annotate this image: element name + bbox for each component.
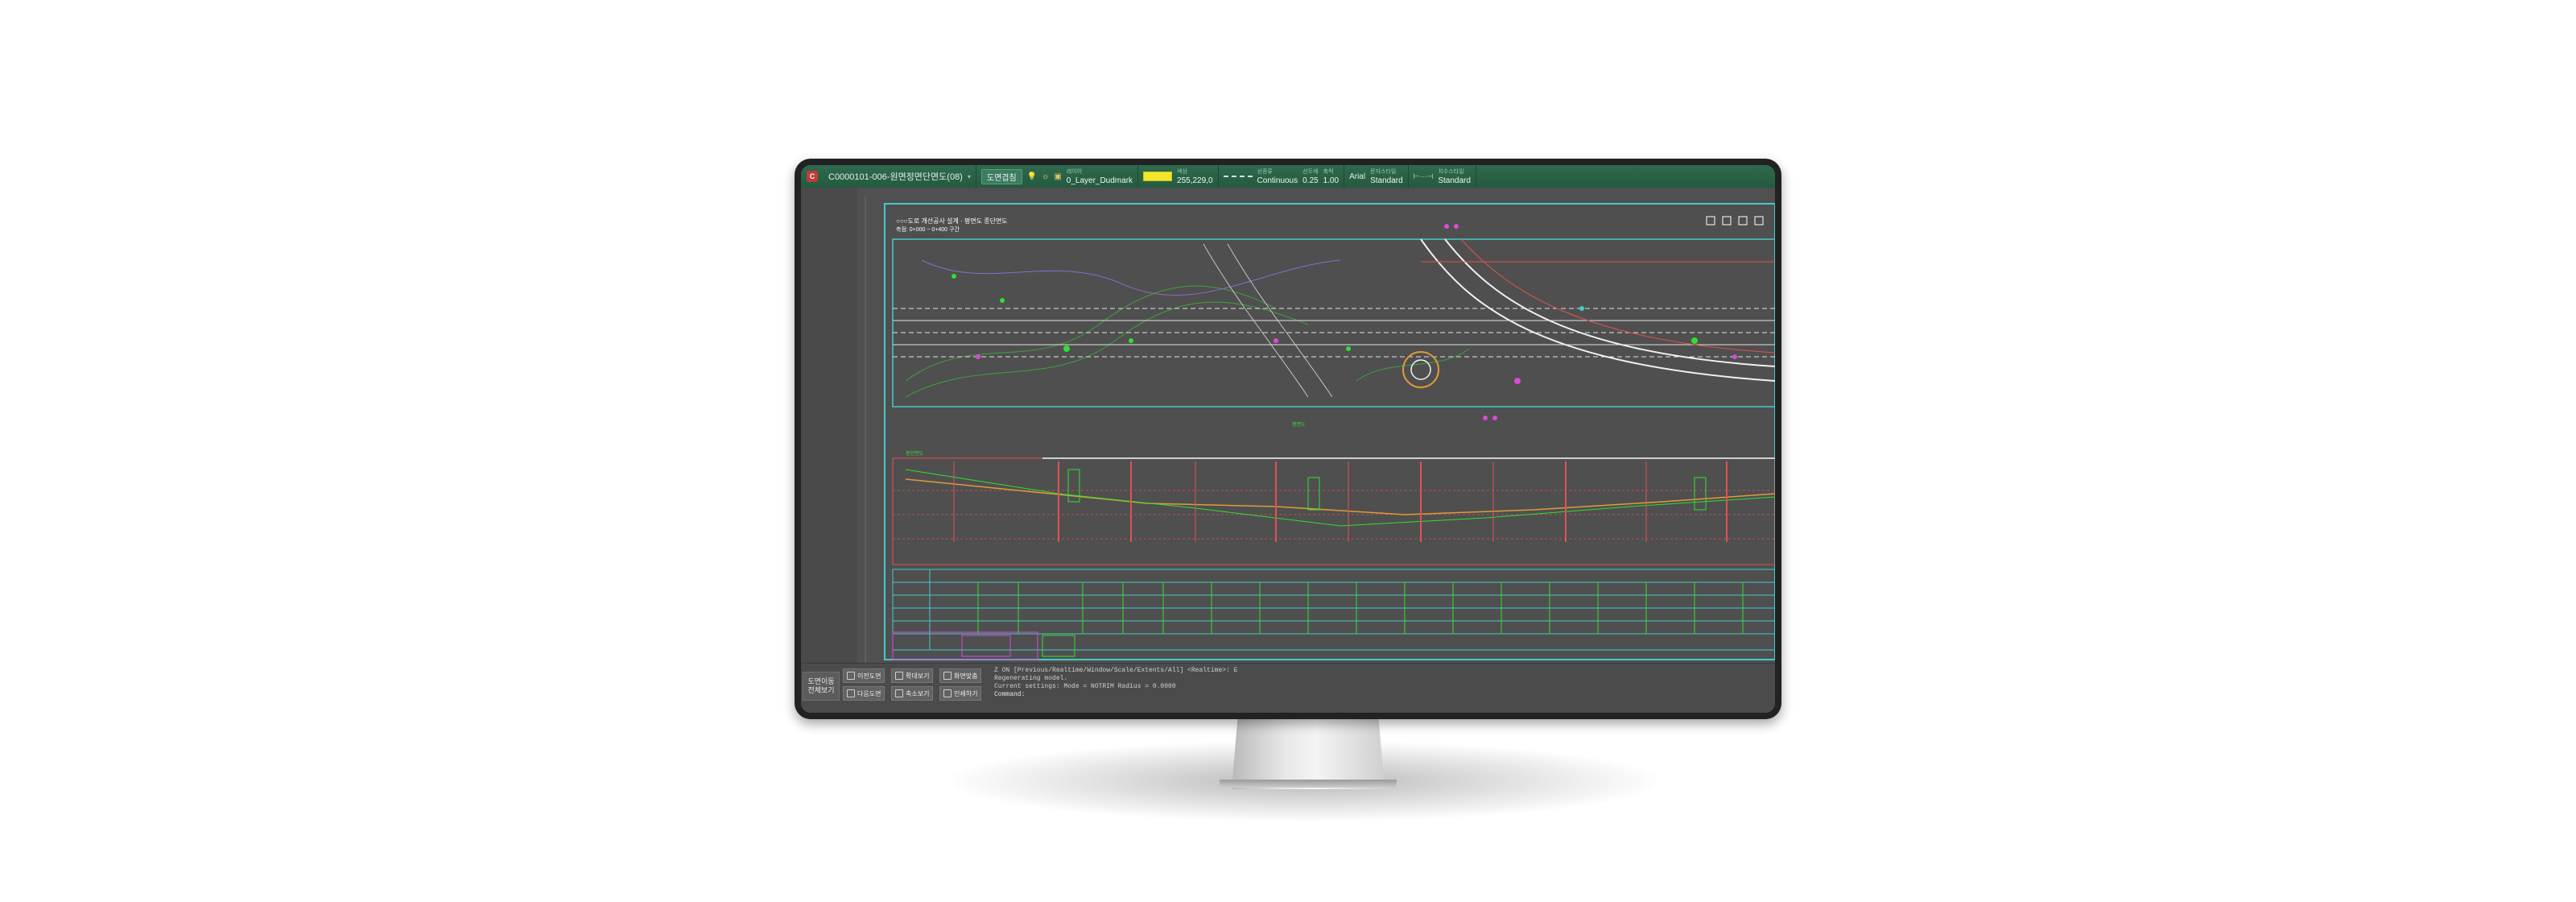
lock-icon[interactable]: ▣ xyxy=(1054,172,1061,181)
app-logo[interactable]: C xyxy=(801,165,824,188)
dim-style-section[interactable]: ⊢···⊣ 치수스타일 Standard xyxy=(1409,165,1476,188)
layer-dropdown[interactable]: 레이어 0_Layer_Dudmark xyxy=(1067,168,1133,185)
left-gutter xyxy=(801,188,857,663)
color-section[interactable]: 색상 255,229,0 xyxy=(1138,165,1219,188)
command-panel: 도면이동 전체보기 이전도면 다음도면 확대보기 축소보기 화면맞춤 인쇄하기 … xyxy=(801,663,1775,713)
layer-caption: 레이어 xyxy=(1066,169,1083,175)
arrow-right-icon xyxy=(847,689,855,697)
fit-screen-icon xyxy=(943,672,952,680)
sun-icon[interactable]: ☼ xyxy=(1042,172,1049,181)
color-value: 255,229,0 xyxy=(1177,176,1213,185)
command-line: Current settings: Mode = NOTRIM Radius =… xyxy=(994,683,1176,690)
scale-caption: 축척 xyxy=(1323,169,1334,175)
file-tab[interactable]: C0000101-006-원면정면단면도(08) ▾ xyxy=(824,165,976,188)
chevron-down-icon[interactable]: ▾ xyxy=(968,173,971,180)
zoom-out-button[interactable]: 축소보기 xyxy=(891,686,934,701)
print-button[interactable]: 인쇄하기 xyxy=(939,686,982,701)
lineweight-caption: 선두께 xyxy=(1302,169,1319,175)
monitor-frame: C C0000101-006-원면정면단면도(08) ▾ 도면겹침 💡 ☼ ▣ … xyxy=(795,159,1781,719)
printer-icon xyxy=(943,689,952,697)
lightbulb-icon[interactable]: 💡 xyxy=(1027,172,1037,181)
arrow-left-icon xyxy=(847,672,855,680)
monitor-stand xyxy=(1232,717,1385,789)
linetype-caption: 선종류 xyxy=(1257,169,1273,175)
color-caption: 색상 xyxy=(1177,169,1187,175)
cad-drawing: ○○○도로 개선공사 설계 · 평면도 종단면도 측점: 0+000 ~ 0+4… xyxy=(865,196,1775,663)
drawing-title: ○○○도로 개선공사 설계 · 평면도 종단면도 xyxy=(896,217,1008,225)
next-drawing-button[interactable]: 다음도면 xyxy=(843,686,886,701)
dimstyle-caption: 치수스타일 xyxy=(1438,169,1464,175)
prev-drawing-button[interactable]: 이전도면 xyxy=(843,668,886,683)
app-logo-icon: C xyxy=(807,171,818,182)
monitor-stand-base xyxy=(1220,780,1397,788)
plan-label: 평면도 xyxy=(1292,421,1306,428)
file-name: C0000101-006-원면정면단면도(08) xyxy=(828,172,963,182)
command-prompt-input[interactable]: Command: xyxy=(994,691,1767,699)
prev-drawing-label: 이전도면 xyxy=(857,672,881,680)
next-drawing-label: 다음도면 xyxy=(857,689,881,697)
zoom-in-button[interactable]: 확대보기 xyxy=(891,668,934,683)
fit-screen-label: 화면맞춤 xyxy=(954,672,978,680)
cad-screen: C C0000101-006-원면정면단면도(08) ▾ 도면겹침 💡 ☼ ▣ … xyxy=(801,165,1775,713)
scale-value[interactable]: 1.00 xyxy=(1323,176,1339,185)
linetype-preview xyxy=(1223,176,1253,177)
zoom-out-icon xyxy=(895,689,903,697)
dimension-icon: ⊢···⊣ xyxy=(1413,172,1434,180)
dimstyle-value: Standard xyxy=(1438,176,1471,185)
color-swatch[interactable] xyxy=(1143,172,1173,181)
font-value[interactable]: Arial xyxy=(1349,172,1365,181)
command-history: Z ON [Previous/Realtime/Window/Scale/Ext… xyxy=(994,667,1767,699)
linetype-value: Continuous xyxy=(1257,176,1298,185)
textstyle-caption: 문자스타일 xyxy=(1370,169,1397,175)
layer-section: 도면겹침 💡 ☼ ▣ 레이어 0_Layer_Dudmark xyxy=(976,165,1139,188)
layer-manager-button[interactable]: 도면겹침 xyxy=(980,168,1022,184)
text-style-section[interactable]: Arial 문자스타일 Standard xyxy=(1344,165,1409,188)
layer-name: 0_Layer_Dudmark xyxy=(1066,176,1133,185)
command-line: Z ON [Previous/Realtime/Window/Scale/Ext… xyxy=(994,667,1238,674)
command-line: Regenerating model. xyxy=(994,675,1068,682)
zoom-in-icon xyxy=(895,672,903,680)
linetype-section[interactable]: 선종류 Continuous 선두께 0.25 축척 1.00 xyxy=(1219,165,1345,188)
profile-label: 종단면도 xyxy=(906,450,924,457)
top-toolbar: C C0000101-006-원면정면단면도(08) ▾ 도면겹침 💡 ☼ ▣ … xyxy=(801,165,1775,188)
zoom-out-label: 축소보기 xyxy=(906,689,930,697)
drawing-subtitle: 측점: 0+000 ~ 0+400 구간 xyxy=(896,226,960,233)
fit-screen-button[interactable]: 화면맞춤 xyxy=(939,668,982,683)
print-label: 인쇄하기 xyxy=(954,689,978,697)
navigation-label[interactable]: 도면이동 전체보기 xyxy=(803,672,840,701)
drawing-canvas[interactable]: ○○○도로 개선공사 설계 · 평면도 종단면도 측점: 0+000 ~ 0+4… xyxy=(857,188,1775,663)
zoom-in-label: 확대보기 xyxy=(906,672,930,680)
textstyle-value: Standard xyxy=(1370,176,1403,185)
lineweight-value[interactable]: 0.25 xyxy=(1302,176,1318,185)
